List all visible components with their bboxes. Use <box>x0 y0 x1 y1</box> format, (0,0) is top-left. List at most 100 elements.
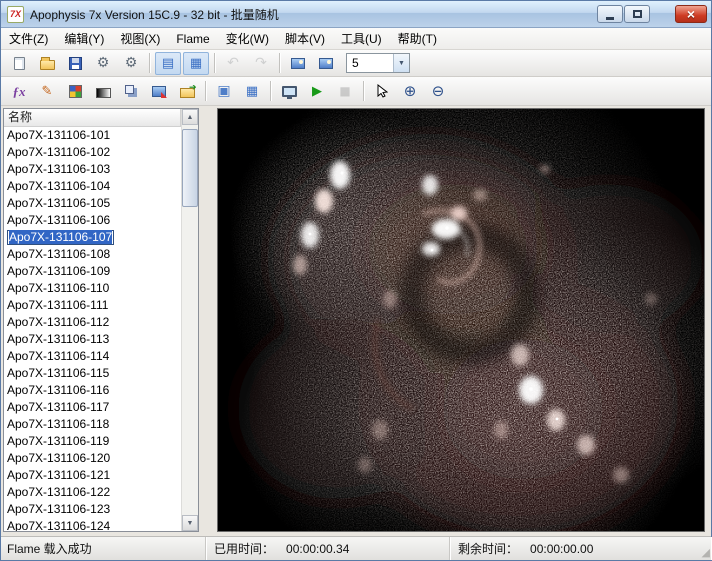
flame-list-item[interactable]: Apo7X-131106-115 <box>4 365 181 382</box>
flame-list-item[interactable]: Apo7X-131106-123 <box>4 501 181 518</box>
image-size-button[interactable] <box>285 52 311 75</box>
fractal-render <box>218 109 704 531</box>
palette-icon <box>69 85 82 98</box>
minimize-icon <box>606 17 614 20</box>
density-dropdown[interactable]: 5 ▼ <box>346 53 410 73</box>
mutation-button[interactable] <box>118 80 144 103</box>
flame-list-item[interactable]: Apo7X-131106-108 <box>4 246 181 263</box>
flame-list-item[interactable]: Apo7X-131106-103 <box>4 161 181 178</box>
flame-list-item[interactable]: Apo7X-131106-121 <box>4 467 181 484</box>
export-image-button[interactable] <box>146 80 172 103</box>
gears-icon: ⚙ <box>125 56 138 70</box>
resize-grip[interactable]: ◢ <box>702 548 710 559</box>
zoom-in-icon: ⊕ <box>404 84 417 99</box>
toolbar-separator <box>214 53 215 73</box>
flame-list-item-selected[interactable]: Apo7X-131106-107 <box>4 229 181 246</box>
scroll-down-button[interactable]: ▼ <box>182 515 198 531</box>
image-options-button[interactable] <box>313 52 339 75</box>
rename-selected-text: Apo7X-131106-107 <box>9 230 112 244</box>
open-folder-icon <box>40 60 55 70</box>
save-floppy-icon <box>69 57 82 70</box>
remaining-time-panel: 剩余时间： 00:00:00.00 ◢ <box>450 537 711 560</box>
render-batch-icon: ▦ <box>246 85 258 98</box>
elapsed-value: 00:00:00.34 <box>286 542 349 556</box>
flame-list-item[interactable]: Apo7X-131106-124 <box>4 518 181 531</box>
render-batch-button[interactable]: ▦ <box>239 80 265 103</box>
flame-list-item[interactable]: Apo7X-131106-106 <box>4 212 181 229</box>
main-toolbar: ⚙ ⚙ ▤ ▦ ↶ ↷ 5 ▼ <box>1 50 711 77</box>
menu-file[interactable]: 文件(Z) <box>1 28 56 50</box>
toolbar-separator <box>279 53 280 73</box>
flame-list-item[interactable]: Apo7X-131106-105 <box>4 195 181 212</box>
toolbar-separator <box>270 81 271 101</box>
toolbar-separator <box>363 81 364 101</box>
options-button[interactable]: ⚙ <box>90 52 116 75</box>
flame-list-item[interactable]: Apo7X-131106-114 <box>4 348 181 365</box>
close-button[interactable]: × <box>675 5 707 23</box>
flame-list-item[interactable]: Apo7X-131106-109 <box>4 263 181 280</box>
palette-button[interactable] <box>90 80 116 103</box>
preview-window-button[interactable] <box>276 80 302 103</box>
adjust-button[interactable]: ✎ <box>34 80 60 103</box>
editor-button[interactable]: ƒx <box>6 80 32 103</box>
gradient-icon <box>96 88 111 98</box>
flame-list-item[interactable]: Apo7X-131106-116 <box>4 382 181 399</box>
new-flame-button[interactable] <box>6 52 32 75</box>
flame-list-item[interactable]: Apo7X-131106-119 <box>4 433 181 450</box>
start-render-button[interactable]: ▶ <box>304 80 330 103</box>
zoom-out-icon: ⊖ <box>432 84 445 99</box>
toolbar-separator <box>149 53 150 73</box>
scrollbar-track[interactable] <box>182 125 198 515</box>
app-window: 7X Apophysis 7x Version 15C.9 - 32 bit -… <box>0 0 712 561</box>
flame-list-header[interactable]: 名称 <box>4 109 181 127</box>
toggle-list-panel-button[interactable]: ▤ <box>155 52 181 75</box>
flame-list-item[interactable]: Apo7X-131106-120 <box>4 450 181 467</box>
rename-edit-field[interactable]: Apo7X-131106-107 <box>7 230 114 245</box>
scrollbar-thumb[interactable] <box>182 129 198 207</box>
app-icon: 7X <box>7 6 24 23</box>
flame-list-item[interactable]: Apo7X-131106-102 <box>4 144 181 161</box>
menu-help[interactable]: 帮助(T) <box>390 28 445 50</box>
stop-render-button[interactable]: ■ <box>332 80 358 103</box>
open-button[interactable] <box>34 52 60 75</box>
menu-view[interactable]: 视图(X) <box>112 28 168 50</box>
scroll-up-button[interactable]: ▲ <box>182 109 198 125</box>
render-flame-button[interactable]: ▣ <box>211 80 237 103</box>
scroll-up-icon: ▲ <box>187 114 194 121</box>
flame-list-item[interactable]: Apo7X-131106-113 <box>4 331 181 348</box>
remaining-label: 剩余时间： <box>458 540 518 557</box>
status-message-panel: Flame 载入成功 <box>1 537 206 560</box>
save-button[interactable] <box>62 52 88 75</box>
flame-list-item[interactable]: Apo7X-131106-101 <box>4 127 181 144</box>
toggle-thumbnail-view-button[interactable]: ▦ <box>183 52 209 75</box>
flame-list-item[interactable]: Apo7X-131106-112 <box>4 314 181 331</box>
menu-variation[interactable]: 变化(W) <box>218 28 277 50</box>
settings-button[interactable]: ⚙ <box>118 52 144 75</box>
zoom-in-button[interactable]: ⊕ <box>397 80 423 103</box>
flame-list-item[interactable]: Apo7X-131106-118 <box>4 416 181 433</box>
export-flame-button[interactable] <box>174 80 200 103</box>
density-value: 5 <box>347 56 393 70</box>
redo-button[interactable]: ↷ <box>248 52 274 75</box>
flame-list-item[interactable]: Apo7X-131106-110 <box>4 280 181 297</box>
menubar: 文件(Z) 编辑(Y) 视图(X) Flame 变化(W) 脚本(V) 工具(U… <box>1 28 711 50</box>
scroll-down-icon: ▼ <box>187 520 194 527</box>
zoom-out-button[interactable]: ⊖ <box>425 80 451 103</box>
flame-list-item[interactable]: Apo7X-131106-117 <box>4 399 181 416</box>
maximize-button[interactable] <box>624 5 650 23</box>
flame-list-item[interactable]: Apo7X-131106-104 <box>4 178 181 195</box>
statusbar: Flame 载入成功 已用时间： 00:00:00.34 剩余时间： 00:00… <box>1 536 711 560</box>
minimize-button[interactable] <box>597 5 623 23</box>
fx-editor-icon: ƒx <box>13 85 26 98</box>
menu-flame[interactable]: Flame <box>168 28 217 50</box>
elapsed-time-panel: 已用时间： 00:00:00.34 <box>206 537 450 560</box>
gradient-button[interactable] <box>62 80 88 103</box>
flame-list-item[interactable]: Apo7X-131106-122 <box>4 484 181 501</box>
menu-tools[interactable]: 工具(U) <box>333 28 390 50</box>
menu-edit[interactable]: 编辑(Y) <box>56 28 112 50</box>
stop-icon: ■ <box>339 85 350 97</box>
flame-list-item[interactable]: Apo7X-131106-111 <box>4 297 181 314</box>
menu-script[interactable]: 脚本(V) <box>277 28 333 50</box>
select-mode-button[interactable] <box>369 80 395 103</box>
undo-button[interactable]: ↶ <box>220 52 246 75</box>
